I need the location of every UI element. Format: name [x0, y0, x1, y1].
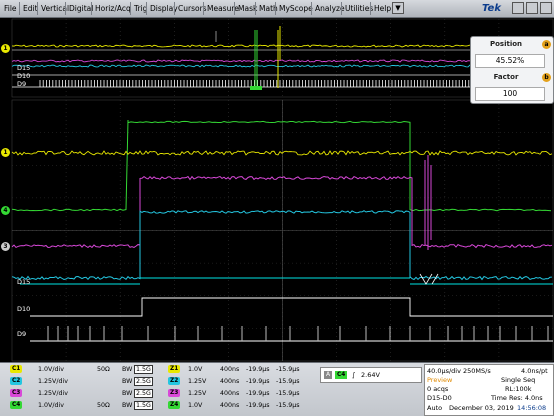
channel-badge[interactable]: C1 — [10, 365, 23, 373]
bandwidth-value: 1.5G — [134, 401, 153, 410]
acq-count: 0 acqs — [427, 385, 449, 393]
position-value[interactable]: 45.52% — [475, 54, 545, 68]
factor-value[interactable]: 100 — [475, 87, 545, 101]
zoom-end: -15.9μs — [276, 378, 300, 385]
zoom-time: 400ns — [220, 378, 240, 385]
volts-per-div: 1.25V/div — [38, 378, 68, 385]
time-resolution: Time Res: 4.0ns — [491, 394, 543, 402]
channel-badge[interactable]: C2 — [10, 377, 23, 385]
zoom-window-marker — [250, 86, 262, 90]
d15-label: D15 — [17, 278, 31, 286]
trigger-source-badge: C4 — [335, 371, 348, 379]
zoom-end: -15.9μs — [276, 366, 300, 373]
zoom-ref-badge[interactable]: Z2 — [168, 377, 181, 385]
ch1-marker[interactable]: 1 — [1, 148, 10, 157]
bandwidth-label: BW — [122, 378, 133, 385]
impedance: 50Ω — [97, 366, 110, 373]
bandwidth-value: 2.5G — [134, 377, 153, 386]
auto-label: Auto — [427, 404, 443, 412]
volts-per-div: 1.0V/div — [38, 366, 64, 373]
main-ch1-trace — [11, 150, 553, 156]
volts-per-div: 1.25V/div — [38, 390, 68, 397]
zoom-start: -19.9μs — [246, 366, 270, 373]
ch1-zoom-marker[interactable]: 1 — [1, 44, 10, 53]
time: 14:56:08 — [517, 404, 547, 412]
d10-zoom-label: D10 — [17, 72, 31, 80]
main-ch3-ringing — [424, 155, 432, 250]
zoom-start: -19.9μs — [246, 402, 270, 409]
d10-label: D10 — [17, 305, 31, 313]
zoom-scale: 1.0V — [188, 366, 203, 373]
trigger-readout[interactable]: A C4 ∫ 2.64V — [320, 367, 422, 383]
zoom-time: 400ns — [220, 366, 240, 373]
d9-zoom-label: D9 — [17, 80, 27, 88]
bandwidth-label: BW — [122, 366, 133, 373]
zoom-control-panel: Position a 45.52% Factor b 100 — [470, 36, 554, 104]
trigger-a-badge: A — [324, 371, 332, 379]
zoom-end: -15.9μs — [276, 390, 300, 397]
knob-b-icon[interactable]: b — [542, 73, 551, 82]
d15-zoom-label: D15 — [17, 64, 31, 72]
record-length: RL:100k — [505, 385, 532, 393]
zoom-scale: 1.25V — [188, 390, 207, 397]
zoom-time: 400ns — [220, 402, 240, 409]
d9-label: D9 — [17, 330, 27, 338]
zoom-scale: 1.0V — [188, 402, 203, 409]
date: December 03, 2019 — [449, 404, 514, 412]
zoom-ref-badge[interactable]: Z3 — [168, 389, 181, 397]
preview-label: Preview — [427, 376, 453, 384]
main-d15-transition — [419, 273, 439, 285]
bandwidth-label: BW — [122, 390, 133, 397]
volts-per-div: 1.0V/div — [38, 402, 64, 409]
zoom-time: 400ns — [220, 390, 240, 397]
rising-edge-icon: ∫ — [352, 371, 356, 379]
zoom-start: -19.9μs — [246, 390, 270, 397]
zoom-start: -19.9μs — [246, 378, 270, 385]
zoom-ch4-spike — [254, 30, 258, 90]
bandwidth-value: 2.5G — [134, 389, 153, 398]
acq-mode: Single Seq — [501, 376, 536, 384]
bandwidth-value: 1.5G — [134, 365, 153, 374]
channel-badge[interactable]: C4 — [10, 401, 23, 409]
ch4-marker[interactable]: 4 — [1, 206, 10, 215]
zoom-scale: 1.25V — [188, 378, 207, 385]
bandwidth-label: BW — [122, 402, 133, 409]
bus-label: D15-D0 — [427, 394, 452, 402]
position-title: Position — [489, 40, 523, 48]
knob-a-icon[interactable]: a — [542, 40, 551, 49]
ch3-marker[interactable]: 3 — [1, 242, 10, 251]
trigger-level: 2.64V — [361, 371, 380, 379]
zoom-ref-badge[interactable]: Z1 — [168, 365, 181, 373]
zoom-ref-badge[interactable]: Z4 — [168, 401, 181, 409]
factor-title: Factor — [493, 73, 519, 81]
main-d10-trace — [30, 297, 553, 317]
time-per-point: 4.0ns/pt — [521, 367, 548, 375]
channel-badge[interactable]: C3 — [10, 389, 23, 397]
oscilloscope-app: File Edit Vertical Digital Horiz/Acq Tri… — [0, 0, 554, 416]
zoom-end: -15.9μs — [276, 402, 300, 409]
zoom-ch1-spike — [277, 26, 281, 88]
main-ch3-trace — [11, 175, 553, 249]
impedance: 50Ω — [97, 402, 110, 409]
acquisition-readout[interactable]: 40.0μs/div 250MS/s 4.0ns/pt Preview Sing… — [424, 364, 554, 416]
horizontal-scale: 40.0μs/div 250MS/s — [427, 367, 491, 375]
